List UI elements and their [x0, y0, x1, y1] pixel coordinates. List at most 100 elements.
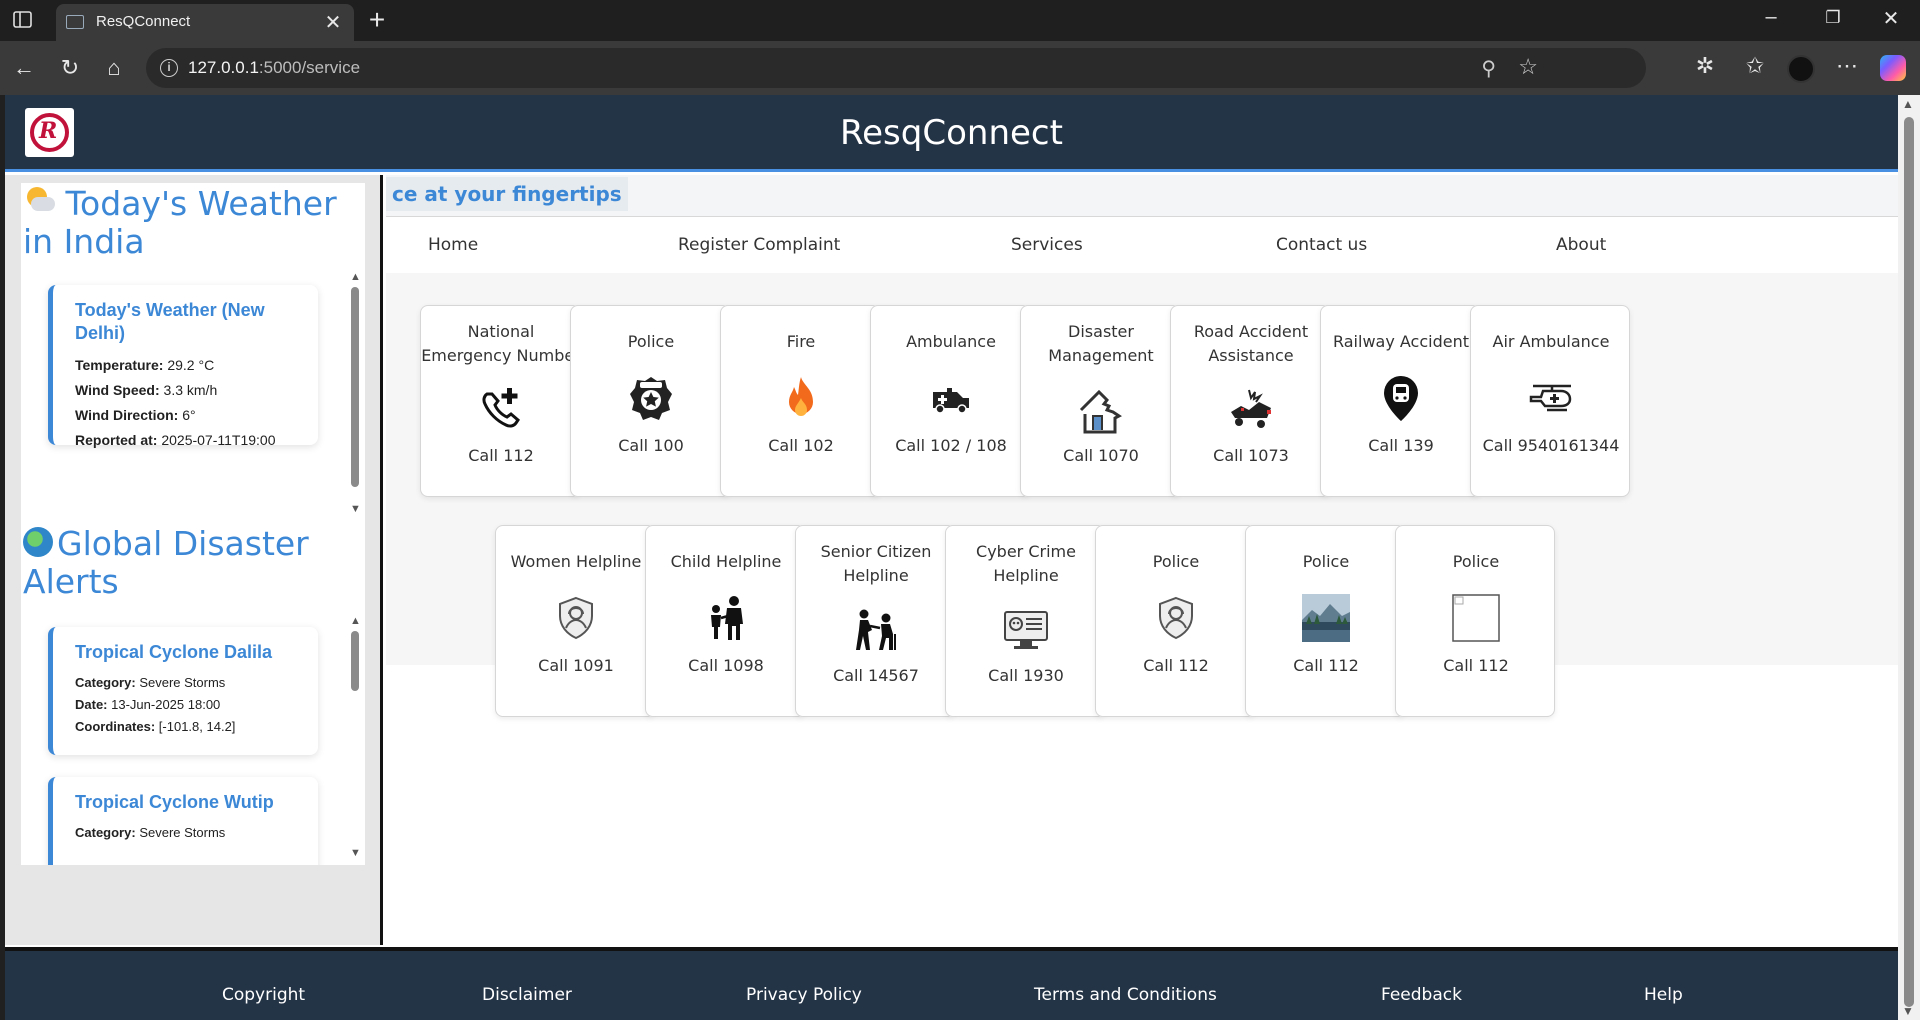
copilot-icon[interactable]	[1880, 55, 1906, 81]
page-scrollbar[interactable]: ▲ ▼	[1898, 95, 1920, 1020]
disaster-coordinates: Coordinates: [-101.8, 14.2]	[75, 719, 236, 734]
broken-image-icon	[1452, 594, 1500, 642]
service-name: Railway Accident	[1332, 332, 1470, 351]
service-card-railway-accident[interactable]: Railway Accident Call 139	[1320, 305, 1480, 497]
marquee-text: ce at your fingertips	[386, 177, 628, 211]
main-nav: Home Register Complaint Services Contact…	[386, 217, 1898, 273]
service-card-police[interactable]: Police Call 100	[570, 305, 730, 497]
url-field[interactable]: i 127.0.0.1:5000/service ⚲ ☆	[146, 48, 1646, 88]
more-menu-icon[interactable]: ⋯	[1832, 53, 1862, 79]
service-card-police-4[interactable]: Police Call 112	[1395, 525, 1555, 717]
new-tab-icon[interactable]: +	[364, 4, 390, 36]
tab-close-icon[interactable]: ✕	[322, 10, 344, 34]
footer-feedback[interactable]: Feedback	[1381, 985, 1462, 1005]
scroll-up-arrow-icon[interactable]: ▲	[1902, 97, 1914, 111]
window-close-icon[interactable]: ✕	[1876, 6, 1906, 31]
scroll-down-arrow-icon[interactable]: ▼	[1902, 1004, 1914, 1018]
service-card-child-helpline[interactable]: Child Helpline Call 1098	[645, 525, 805, 717]
service-card-women-helpline[interactable]: Women Helpline Call 1091	[495, 525, 655, 717]
service-card-road-accident[interactable]: Road Accident Assistance Call 1073	[1170, 305, 1330, 497]
footer-help[interactable]: Help	[1644, 985, 1683, 1005]
footer-copyright[interactable]: Copyright	[222, 985, 305, 1005]
service-call: Call 9540161344	[1482, 436, 1620, 455]
service-call: Call 1070	[1063, 446, 1139, 465]
service-card-senior-citizen[interactable]: Senior Citizen Helpline Call 14567	[795, 525, 955, 717]
site-header: R ResqConnect	[5, 95, 1898, 172]
service-card-national-emergency[interactable]: National Emergency Number Call 112	[420, 305, 581, 497]
service-call: Call 14567	[833, 666, 919, 685]
nav-home[interactable]: Home	[428, 235, 478, 255]
favorites-icon[interactable]: ✩	[1740, 53, 1770, 79]
scrollbar-thumb[interactable]	[351, 631, 359, 691]
favorite-star-icon[interactable]: ☆	[1518, 54, 1538, 80]
service-name: Disaster Management	[1048, 322, 1154, 365]
service-card-fire[interactable]: Fire Call 102	[720, 305, 880, 497]
back-icon[interactable]: ←	[10, 54, 38, 82]
minimize-icon[interactable]: –	[1756, 6, 1786, 29]
tab-title: ResQConnect	[96, 13, 191, 30]
police-badge-icon	[630, 377, 672, 420]
train-pin-icon	[1384, 376, 1418, 421]
weather-wind-speed: Wind Speed: 3.3 km/h	[75, 382, 218, 398]
services-grid: National Emergency Number Call 112 Polic…	[386, 273, 1898, 717]
weather-card-title: Today's Weather (New Delhi)	[75, 300, 265, 343]
service-call: Call 112	[1293, 656, 1359, 675]
service-call: Call 112	[1443, 656, 1509, 675]
scrollbar-thumb[interactable]	[351, 287, 359, 487]
extensions-icon[interactable]: ✲	[1690, 53, 1720, 79]
footer-terms[interactable]: Terms and Conditions	[1034, 985, 1217, 1005]
page-scrollbar-thumb[interactable]	[1904, 117, 1914, 1007]
ambulance-icon	[933, 388, 969, 414]
footer-disclaimer[interactable]: Disclaimer	[482, 985, 572, 1005]
disaster-alert-card: Tropical Cyclone Wutip Category: Severe …	[48, 777, 318, 865]
sidebar-toggle-icon[interactable]	[12, 10, 34, 30]
scroll-up-arrow-icon[interactable]: ▲	[350, 271, 361, 283]
reload-icon[interactable]: ↻	[56, 54, 84, 82]
weather-heading: Today's Weather in India	[23, 185, 363, 261]
service-card-cyber-crime[interactable]: Cyber Crime Helpline Call 1930	[945, 525, 1105, 717]
scroll-up-arrow-icon[interactable]: ▲	[350, 615, 361, 627]
service-card-police-2[interactable]: Police Call 112	[1095, 525, 1255, 717]
page-favicon-icon	[66, 15, 84, 29]
browser-tab[interactable]: ResQConnect ✕	[56, 4, 354, 41]
nav-about[interactable]: About	[1556, 235, 1606, 255]
disaster-heading-text: Global Disaster Alerts	[23, 524, 309, 601]
senior-citizen-icon	[856, 609, 896, 650]
cyber-crime-icon	[1004, 611, 1048, 649]
footer-privacy-policy[interactable]: Privacy Policy	[746, 985, 862, 1005]
scroll-down-arrow-icon[interactable]: ▼	[350, 503, 361, 515]
fire-icon	[789, 377, 813, 416]
browser-address-bar: ← ↻ ⌂ i 127.0.0.1:5000/service ⚲ ☆ ✲ ✩ ⋯	[0, 41, 1920, 95]
sun-cloud-icon	[23, 185, 55, 213]
url-host: 127.0.0.1	[188, 58, 259, 77]
globe-icon	[23, 527, 53, 557]
service-call: Call 100	[618, 436, 684, 455]
home-icon[interactable]: ⌂	[100, 54, 128, 82]
service-name: Fire	[786, 332, 816, 351]
zoom-icon[interactable]: ⚲	[1481, 56, 1496, 81]
weather-scroll-area[interactable]: Today's Weather (New Delhi) Temperature:…	[41, 271, 351, 471]
browser-tab-bar: ResQConnect ✕ + – ❐ ✕	[0, 0, 1920, 41]
weather-scrollbar[interactable]: ▲ ▼	[349, 271, 361, 515]
maximize-icon[interactable]: ❐	[1818, 8, 1848, 28]
scroll-down-arrow-icon[interactable]: ▼	[350, 847, 361, 859]
nav-services[interactable]: Services	[1011, 235, 1083, 255]
weather-card: Today's Weather (New Delhi) Temperature:…	[48, 285, 318, 448]
disaster-scroll-area[interactable]: Tropical Cyclone Dalila Category: Severe…	[41, 615, 351, 865]
nav-contact-us[interactable]: Contact us	[1276, 235, 1367, 255]
service-card-air-ambulance[interactable]: Air Ambulance Call 9540161344	[1470, 305, 1630, 497]
disaster-category: Category: Severe Storms	[75, 675, 226, 690]
service-call: Call 139	[1368, 436, 1434, 455]
service-card-ambulance[interactable]: Ambulance Call 102 / 108	[870, 305, 1030, 497]
service-card-disaster-management[interactable]: Disaster Management Call 1070	[1020, 305, 1180, 497]
service-card-police-3[interactable]: Police Call 112	[1245, 525, 1405, 717]
profile-avatar[interactable]	[1787, 55, 1815, 83]
disaster-scrollbar[interactable]: ▲ ▼	[349, 615, 361, 859]
weather-heading-text: Today's Weather in India	[23, 184, 337, 261]
site-info-icon[interactable]: i	[160, 59, 178, 77]
service-name: Women Helpline	[510, 552, 642, 571]
service-name: Senior Citizen Helpline	[820, 542, 932, 585]
nav-register-complaint[interactable]: Register Complaint	[678, 235, 840, 255]
disaster-date: Date: 13-Jun-2025 18:00	[75, 697, 221, 712]
marquee-bar: ce at your fingertips	[386, 175, 1898, 217]
